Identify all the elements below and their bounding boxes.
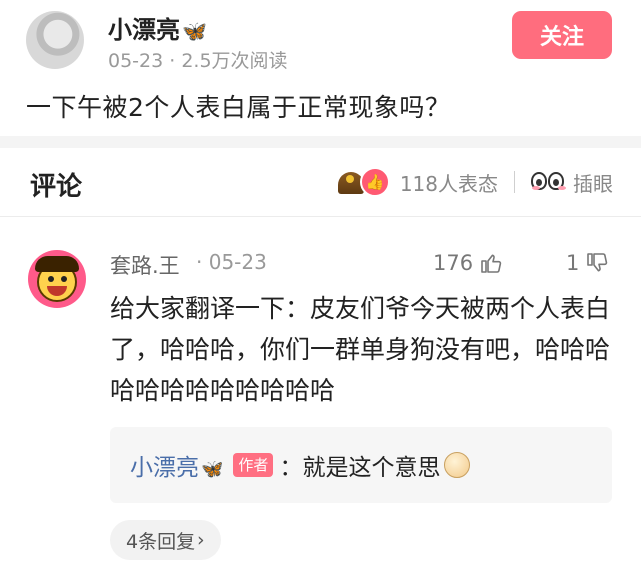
post-meta: 05-23 · 2.5万次阅读	[108, 46, 288, 73]
reply-line: 小漂亮 🦋 作者 ：就是这个意思	[130, 448, 471, 482]
avatar-eye	[61, 276, 67, 282]
reply-preview[interactable]: 小漂亮 🦋 作者 ：就是这个意思	[110, 427, 612, 503]
like-button[interactable]: 176	[433, 248, 503, 278]
chevron-right-icon: ›	[195, 529, 205, 551]
follow-button[interactable]: 关注	[512, 11, 612, 59]
date-separator: ·	[196, 250, 209, 274]
reply-author[interactable]: 小漂亮 🦋	[130, 448, 223, 482]
avatar-hair	[35, 256, 79, 272]
like-reaction-icon: 👍	[359, 167, 390, 197]
avatar-eye	[48, 276, 54, 282]
comments-title: 评论	[30, 172, 83, 202]
butterfly-icon: 🦋	[182, 19, 207, 43]
more-replies-button[interactable]: 4条回复 ›	[110, 520, 221, 560]
author-name[interactable]: 小漂亮 🦋	[108, 10, 207, 45]
eyes-icon[interactable]	[531, 169, 567, 195]
post-header: 小漂亮 🦋 05-23 · 2.5万次阅读 关注	[0, 0, 641, 72]
thumbs-up-icon	[481, 254, 502, 273]
comment-date: · 05-23	[196, 250, 267, 274]
post-title: 一下午被2个人表白属于正常现象吗？	[26, 93, 451, 122]
reactions-bar: 👍 118人表态 插眼	[334, 166, 613, 198]
meta-separator: ·	[163, 50, 182, 72]
dislike-count: 1	[566, 251, 580, 275]
reply-author-name[interactable]: 小漂亮	[130, 455, 199, 481]
author-avatar[interactable]	[26, 11, 84, 69]
butterfly-icon: 🦋	[201, 459, 224, 480]
blush	[558, 186, 566, 190]
dislike-button[interactable]: 1	[566, 248, 609, 278]
like-count: 176	[433, 251, 474, 275]
reaction-count[interactable]: 118人表态	[400, 168, 498, 197]
more-replies-label: 4条回复	[126, 530, 196, 553]
commenter-avatar[interactable]	[28, 250, 86, 308]
comment-date-text: 05-23	[208, 250, 267, 274]
author-name-text[interactable]: 小漂亮	[108, 16, 180, 44]
poke-label[interactable]: 插眼	[573, 168, 613, 197]
comment-body: 给大家翻译一下：皮友们爷今天被两个人表白了，哈哈哈，你们一群单身狗没有吧，哈哈哈…	[110, 294, 611, 405]
divider	[514, 171, 515, 193]
thumbs-down-icon	[587, 253, 608, 272]
comments-header: 评论 👍 118人表态 插眼	[0, 148, 641, 217]
post-views: 2.5万次阅读	[181, 50, 288, 72]
reaction-icons[interactable]: 👍	[334, 166, 394, 198]
author-badge: 作者	[233, 453, 274, 477]
reply-text: ：就是这个意思	[279, 455, 441, 481]
blush	[532, 186, 540, 190]
commenter-name[interactable]: 套路.王	[110, 250, 180, 280]
post-date: 05-23	[108, 50, 164, 72]
smirk-emoji-icon	[444, 452, 471, 478]
section-divider	[0, 136, 641, 148]
